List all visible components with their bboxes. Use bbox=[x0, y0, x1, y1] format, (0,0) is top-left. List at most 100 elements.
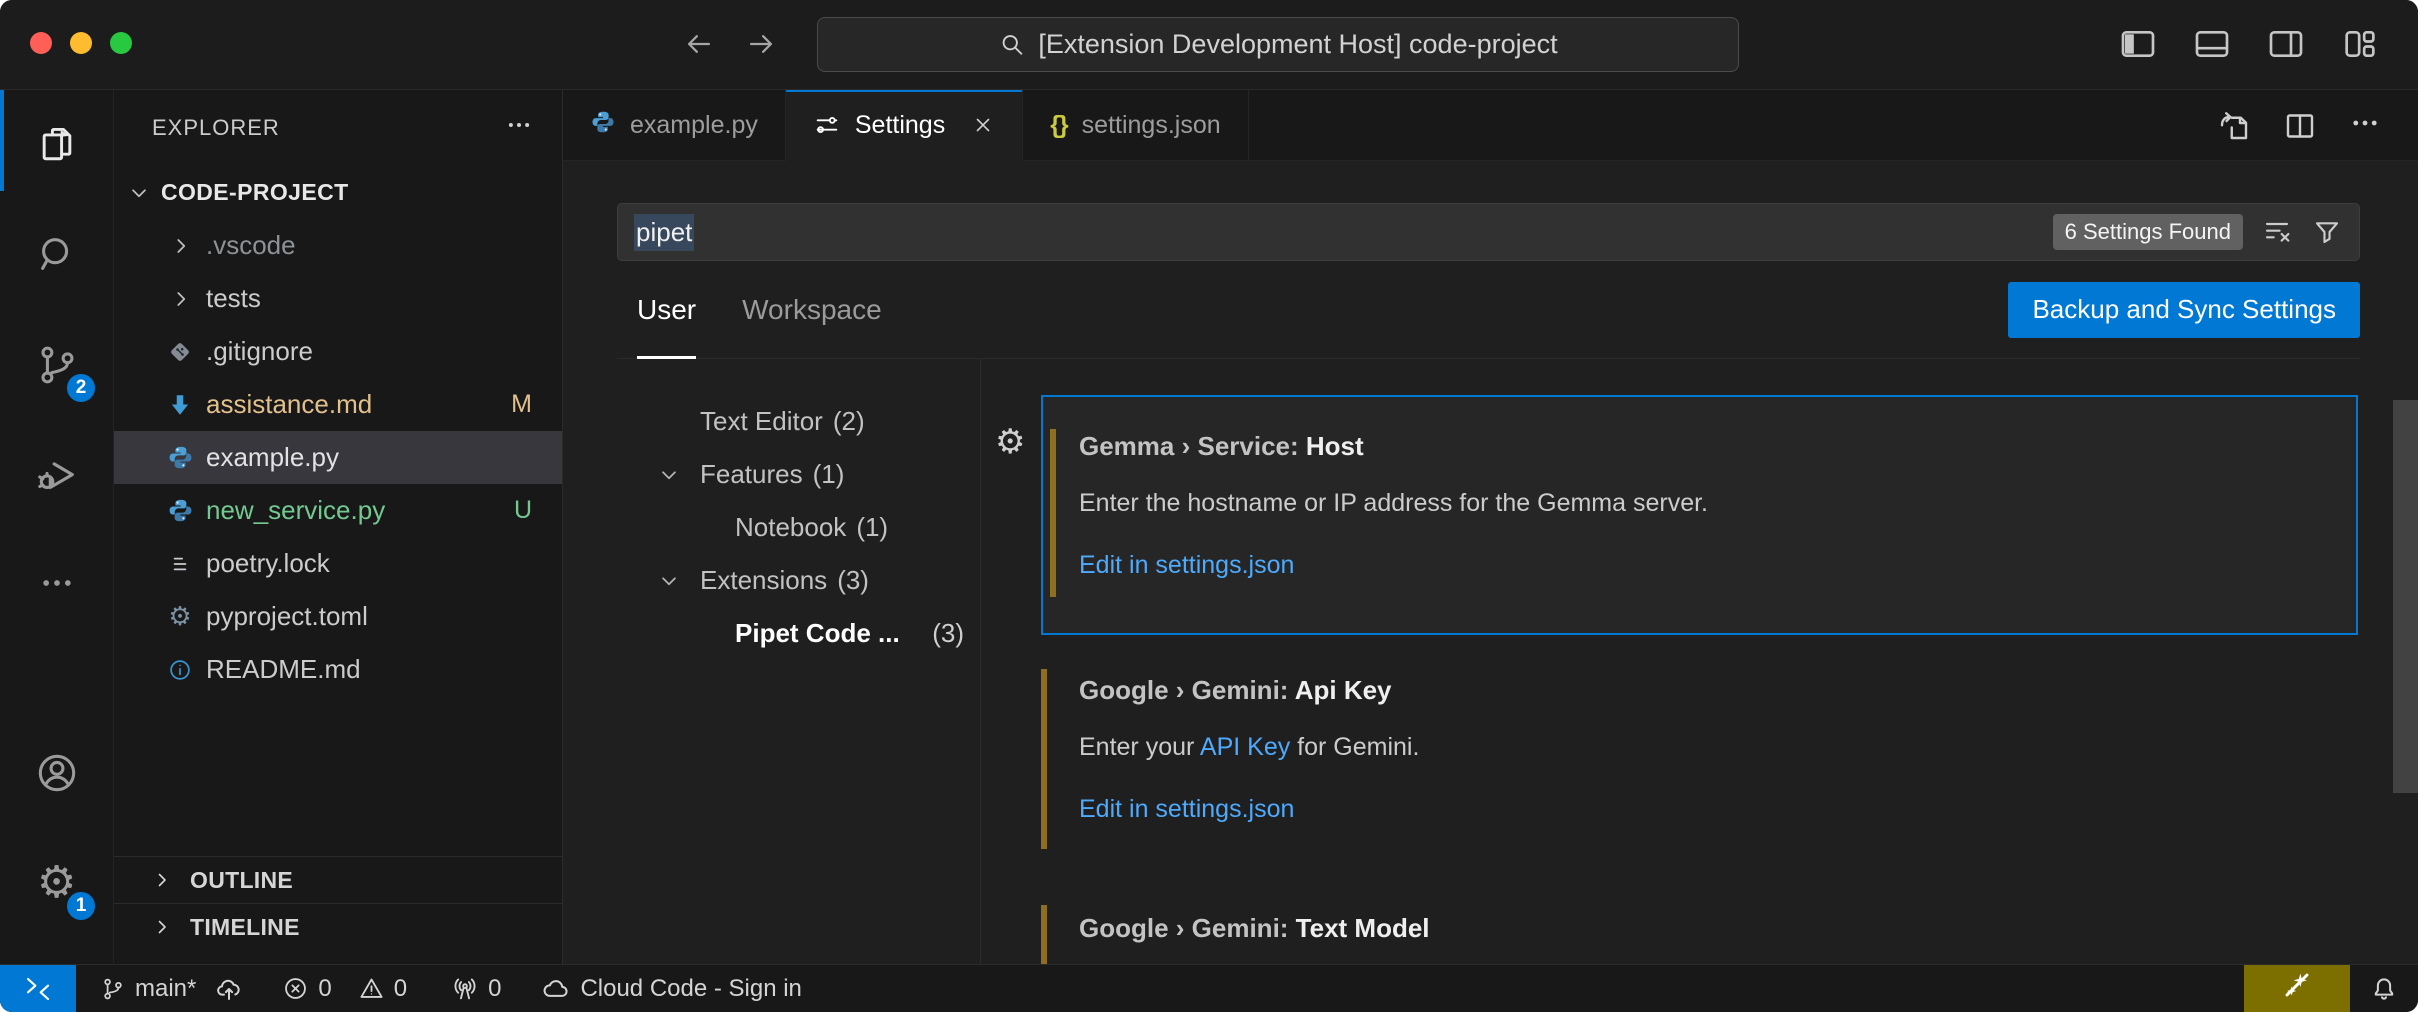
toc-notebook[interactable]: Notebook(1) bbox=[563, 501, 980, 554]
traffic-lights bbox=[30, 32, 132, 54]
outline-section-header[interactable]: OUTLINE bbox=[114, 856, 562, 903]
tab-bar: example.py Settings {} settings.json bbox=[563, 90, 2418, 161]
git-branch-icon bbox=[100, 976, 126, 1002]
edit-in-settings-json-link[interactable]: Edit in settings.json bbox=[1079, 795, 2358, 824]
git-file-icon bbox=[166, 338, 194, 366]
clear-settings-search-icon[interactable] bbox=[2261, 216, 2293, 248]
copilot-disabled-status-item[interactable] bbox=[2244, 965, 2350, 1012]
command-center-text: [Extension Development Host] code-projec… bbox=[1038, 29, 1557, 60]
tree-item-new-service-py[interactable]: new_service.py U bbox=[114, 484, 562, 537]
cloud-icon bbox=[541, 974, 571, 1004]
radio-tower-icon bbox=[451, 975, 479, 1003]
settings-body: Text Editor(2) Features(1) Notebook(1) E… bbox=[563, 359, 2418, 964]
source-control-badge: 2 bbox=[65, 372, 97, 404]
open-settings-json-icon[interactable] bbox=[2216, 108, 2252, 144]
settings-results: Gemma › Service: Host Enter the hostname… bbox=[981, 359, 2418, 964]
settings-scope-bar: User Workspace Backup and Sync Settings bbox=[617, 261, 2360, 359]
toml-gear-icon: ⚙ bbox=[166, 603, 194, 631]
file-tree: CODE-PROJECT .vscode tests .gitignore as… bbox=[114, 166, 562, 696]
modified-indicator bbox=[1050, 429, 1056, 597]
close-icon[interactable] bbox=[971, 113, 995, 137]
python-file-icon bbox=[590, 109, 616, 142]
toc-text-editor[interactable]: Text Editor(2) bbox=[563, 395, 980, 448]
tree-root[interactable]: CODE-PROJECT bbox=[114, 166, 562, 219]
chevron-down-icon bbox=[656, 568, 682, 594]
zoom-window-button[interactable] bbox=[110, 32, 132, 54]
activity-run-debug-button[interactable] bbox=[0, 420, 113, 530]
split-editor-icon[interactable] bbox=[2282, 108, 2318, 144]
python-file-icon bbox=[166, 444, 194, 472]
cloud-code-status-item[interactable]: Cloud Code - Sign in bbox=[541, 974, 801, 1004]
chevron-right-icon bbox=[150, 915, 174, 939]
problems-status-item[interactable]: 0 0 bbox=[282, 975, 407, 1003]
branch-status-item[interactable]: main* bbox=[100, 975, 196, 1003]
back-icon[interactable] bbox=[682, 27, 716, 61]
bell-icon bbox=[2369, 974, 2399, 1004]
tree-item-example-py[interactable]: example.py bbox=[114, 431, 562, 484]
more-actions-icon[interactable] bbox=[2348, 106, 2382, 145]
scope-tab-user[interactable]: User bbox=[637, 261, 696, 358]
activity-search-button[interactable] bbox=[0, 200, 113, 310]
editor-area: example.py Settings {} settings.json bbox=[563, 90, 2418, 964]
setting-google-gemini-text-model[interactable]: Google › Gemini: Text Model bbox=[1041, 901, 2358, 964]
settings-editor: pipet 6 Settings Found User Workspace Ba… bbox=[563, 161, 2418, 964]
remote-indicator[interactable] bbox=[0, 965, 76, 1012]
timeline-section-header[interactable]: TIMELINE bbox=[114, 903, 562, 950]
run-debug-icon bbox=[34, 452, 80, 498]
tab-example-py[interactable]: example.py bbox=[563, 90, 786, 160]
tree-item-poetry-lock[interactable]: poetry.lock bbox=[114, 537, 562, 590]
customize-layout-icon[interactable] bbox=[2340, 24, 2380, 64]
chevron-right-icon bbox=[168, 286, 194, 312]
scope-tab-workspace[interactable]: Workspace bbox=[742, 261, 882, 358]
account-icon bbox=[34, 750, 80, 796]
manage-settings-button[interactable]: ⚙ 1 bbox=[0, 828, 113, 938]
modified-indicator bbox=[1041, 669, 1047, 849]
explorer-more-actions-icon[interactable] bbox=[504, 110, 534, 146]
main-area: 2 ⚙ 1 EXPLORER bbox=[0, 90, 2418, 964]
toc-extensions[interactable]: Extensions(3) bbox=[563, 554, 980, 607]
forward-icon[interactable] bbox=[744, 27, 778, 61]
settings-toc: Text Editor(2) Features(1) Notebook(1) E… bbox=[563, 359, 981, 964]
command-center[interactable]: [Extension Development Host] code-projec… bbox=[817, 17, 1739, 72]
toggle-panel-icon[interactable] bbox=[2192, 24, 2232, 64]
close-window-button[interactable] bbox=[30, 32, 52, 54]
toc-features[interactable]: Features(1) bbox=[563, 448, 980, 501]
tree-item-assistance-md[interactable]: assistance.md M bbox=[114, 378, 562, 431]
notifications-bell-item[interactable] bbox=[2350, 974, 2418, 1004]
activity-bar: 2 ⚙ 1 bbox=[0, 90, 113, 964]
tab-settings[interactable]: Settings bbox=[786, 90, 1023, 161]
python-file-icon bbox=[166, 497, 194, 525]
backup-sync-settings-button[interactable]: Backup and Sync Settings bbox=[2008, 282, 2360, 338]
toggle-primary-sidebar-icon[interactable] bbox=[2118, 24, 2158, 64]
minimize-window-button[interactable] bbox=[70, 32, 92, 54]
setting-gemma-service-host[interactable]: Gemma › Service: Host Enter the hostname… bbox=[1041, 395, 2358, 635]
tree-item-readme-md[interactable]: README.md bbox=[114, 643, 562, 696]
activity-explorer-button[interactable] bbox=[0, 90, 113, 200]
ports-status-item[interactable]: 0 bbox=[451, 975, 501, 1003]
settings-scrollbar[interactable] bbox=[2393, 400, 2418, 793]
status-bar: main* 0 0 0 Cloud Code - Sign in bbox=[0, 964, 2418, 1012]
spark-slash-icon bbox=[2281, 969, 2313, 1008]
edit-in-settings-json-link[interactable]: Edit in settings.json bbox=[1079, 551, 2356, 580]
activity-source-control-button[interactable]: 2 bbox=[0, 310, 113, 420]
tree-item-vscode[interactable]: .vscode bbox=[114, 219, 562, 272]
lock-file-icon bbox=[166, 550, 194, 578]
settings-search-value: pipet bbox=[634, 214, 694, 251]
setting-description: Enter your API Key for Gemini. bbox=[1079, 733, 2358, 762]
setting-google-gemini-api-key[interactable]: Google › Gemini: Api Key Enter your API … bbox=[1041, 661, 2358, 857]
publish-status-item[interactable] bbox=[214, 974, 244, 1004]
search-icon bbox=[34, 232, 80, 278]
tab-settings-json[interactable]: {} settings.json bbox=[1023, 90, 1248, 160]
activity-more-button[interactable] bbox=[0, 530, 113, 640]
tree-item-tests[interactable]: tests bbox=[114, 272, 562, 325]
tree-item-gitignore[interactable]: .gitignore bbox=[114, 325, 562, 378]
toggle-secondary-sidebar-icon[interactable] bbox=[2266, 24, 2306, 64]
filter-icon[interactable] bbox=[2311, 216, 2343, 248]
api-key-link[interactable]: API Key bbox=[1200, 733, 1290, 761]
settings-search-input[interactable]: pipet 6 Settings Found bbox=[617, 203, 2360, 261]
accounts-button[interactable] bbox=[0, 718, 113, 828]
tree-item-pyproject-toml[interactable]: ⚙ pyproject.toml bbox=[114, 590, 562, 643]
toc-pipet-code[interactable]: Pipet Code ...(3) bbox=[563, 607, 980, 660]
vscode-window: [Extension Development Host] code-projec… bbox=[0, 0, 2418, 1012]
error-icon bbox=[282, 975, 309, 1002]
